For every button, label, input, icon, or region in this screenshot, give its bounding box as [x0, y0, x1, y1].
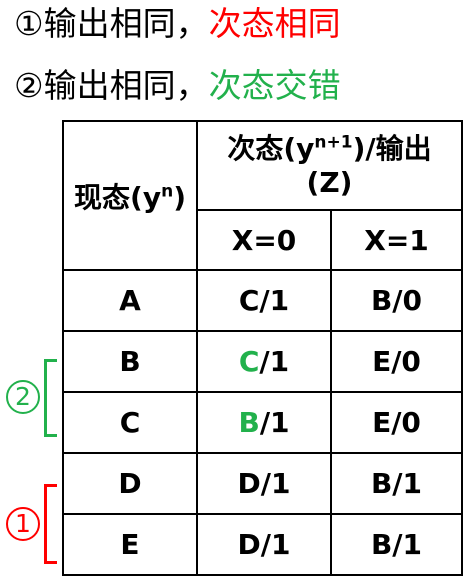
table-row: D D/1 B/1 [62, 452, 463, 515]
next-state-output-header: 次态(yn+1)/输出 (Z) [196, 120, 463, 211]
rule-swapped-next-state: ②输出相同，次态交错 [14, 66, 341, 106]
input-header-x1: X=1 [330, 209, 463, 271]
x0-cell: C/1 [196, 330, 332, 393]
state-cell: A [62, 269, 198, 332]
x0-cell: D/1 [196, 452, 332, 515]
x0-output: /1 [259, 345, 290, 378]
group-marker-bc: 2 [6, 380, 40, 414]
state-cell: C [62, 391, 198, 454]
x0-output: /1 [259, 284, 290, 317]
group-marker-de: 1 [6, 507, 40, 541]
table-row: E D/1 B/1 [62, 513, 463, 576]
state-cell: D [62, 452, 198, 515]
group-bracket-bc [44, 359, 57, 437]
table-row: A C/1 B/0 [62, 269, 463, 332]
x1-cell: B/0 [330, 269, 463, 332]
x1-cell: B/1 [330, 513, 463, 576]
x0-output: /1 [259, 406, 290, 439]
x1-cell: E/0 [330, 391, 463, 454]
group-bracket-de [44, 484, 57, 564]
rule-marker: ② [14, 66, 44, 105]
x0-cell: B/1 [196, 391, 332, 454]
x0-next-state: D [237, 467, 261, 500]
rule-highlight: 次态相同 [208, 4, 341, 43]
rule-marker: ① [14, 4, 44, 43]
x0-output: /1 [260, 528, 291, 561]
x0-next-state: B [238, 406, 260, 439]
state-cell: B [62, 330, 198, 393]
x0-output: /1 [260, 467, 291, 500]
x0-next-state: C [238, 284, 260, 317]
rule-same-next-state: ①输出相同，次态相同 [14, 4, 341, 44]
table-row: B C/1 E/0 [62, 330, 463, 393]
state-table: 现态(yn) 次态(yn+1)/输出 (Z) X=0 X=1 A C/1 B/0 … [62, 120, 463, 576]
x0-next-state: C [238, 345, 260, 378]
input-header-x0: X=0 [196, 209, 332, 271]
x0-cell: C/1 [196, 269, 332, 332]
x0-next-state: D [237, 528, 261, 561]
x0-cell: D/1 [196, 513, 332, 576]
table-row: C B/1 E/0 [62, 391, 463, 454]
rule-prefix: 输出相同， [43, 66, 209, 105]
current-state-header: 现态(yn) [62, 120, 198, 271]
x1-cell: E/0 [330, 330, 463, 393]
rule-highlight: 次态交错 [208, 66, 341, 105]
x1-cell: B/1 [330, 452, 463, 515]
rule-prefix: 输出相同， [43, 4, 209, 43]
state-cell: E [62, 513, 198, 576]
